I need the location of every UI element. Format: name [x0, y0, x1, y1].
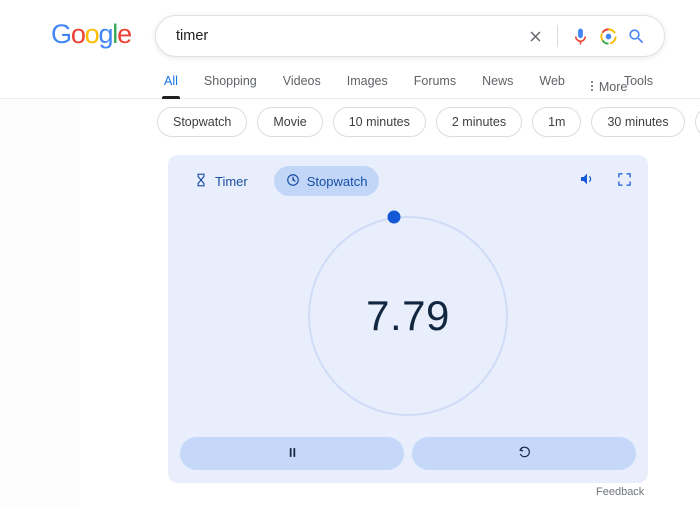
close-icon[interactable]: [521, 22, 549, 50]
widget-tab-stopwatch[interactable]: Stopwatch: [274, 166, 380, 196]
elapsed-time-display: 7.79: [308, 292, 508, 340]
tab-news[interactable]: News: [482, 68, 513, 99]
logo-letter: G: [51, 19, 71, 49]
chip-countdown[interactable]: Countdown: [695, 107, 700, 137]
search-divider: [557, 25, 558, 47]
reset-button[interactable]: [412, 437, 636, 470]
clock-icon: [286, 173, 300, 190]
search-bar-actions: [521, 22, 664, 50]
search-icon[interactable]: [622, 22, 650, 50]
tab-shopping[interactable]: Shopping: [204, 68, 257, 99]
chip-stopwatch[interactable]: Stopwatch: [157, 107, 247, 137]
widget-tab-stopwatch-label: Stopwatch: [307, 174, 368, 189]
pause-icon: [286, 446, 299, 462]
chip-2-minutes[interactable]: 2 minutes: [436, 107, 522, 137]
chip-10-minutes[interactable]: 10 minutes: [333, 107, 426, 137]
chip-30-minutes[interactable]: 30 minutes: [591, 107, 684, 137]
stopwatch-widget: Timer Stopwatch 7.79: [168, 155, 648, 483]
widget-tab-timer-label: Timer: [215, 174, 248, 189]
google-logo[interactable]: Google: [51, 21, 131, 48]
stopwatch-dial: 7.79: [308, 216, 508, 416]
hourglass-icon: [194, 173, 208, 190]
stopwatch-dial-area: 7.79: [168, 207, 648, 425]
search-input[interactable]: [156, 28, 521, 44]
left-margin-column: [0, 99, 80, 508]
search-tabs-bar: All Shopping Videos Images Forums News W…: [0, 68, 700, 99]
progress-handle[interactable]: [388, 210, 401, 223]
logo-letter: o: [85, 19, 99, 49]
volume-icon[interactable]: [579, 171, 595, 187]
logo-letter: e: [117, 19, 131, 49]
tab-images[interactable]: Images: [347, 68, 388, 99]
filter-chips: Stopwatch Movie 10 minutes 2 minutes 1m …: [157, 107, 700, 137]
widget-tab-timer[interactable]: Timer: [182, 166, 260, 196]
tab-videos[interactable]: Videos: [283, 68, 321, 99]
filter-chips-bar: Stopwatch Movie 10 minutes 2 minutes 1m …: [0, 99, 700, 149]
stopwatch-controls: [180, 437, 636, 470]
tab-web[interactable]: Web: [539, 68, 564, 99]
chip-movie[interactable]: Movie: [257, 107, 322, 137]
widget-header: Timer Stopwatch: [168, 155, 648, 207]
logo-letter: o: [71, 19, 85, 49]
more-menu-button[interactable]: More: [591, 68, 627, 99]
search-tabs: All Shopping Videos Images Forums News W…: [164, 68, 653, 99]
fullscreen-icon[interactable]: [617, 172, 632, 187]
reset-icon: [517, 445, 532, 463]
tab-all[interactable]: All: [164, 68, 178, 99]
pause-button[interactable]: [180, 437, 404, 470]
google-lens-icon[interactable]: [594, 22, 622, 50]
tab-forums[interactable]: Forums: [414, 68, 456, 99]
tools-button[interactable]: Tools: [624, 74, 653, 88]
page-header: Google: [0, 0, 700, 68]
search-bar[interactable]: [155, 15, 665, 57]
widget-header-actions: [579, 171, 632, 187]
logo-letter: g: [98, 19, 112, 49]
feedback-link[interactable]: Feedback: [596, 486, 644, 498]
more-dots-icon: [591, 81, 594, 93]
microphone-icon[interactable]: [566, 22, 594, 50]
chip-1m[interactable]: 1m: [532, 107, 581, 137]
